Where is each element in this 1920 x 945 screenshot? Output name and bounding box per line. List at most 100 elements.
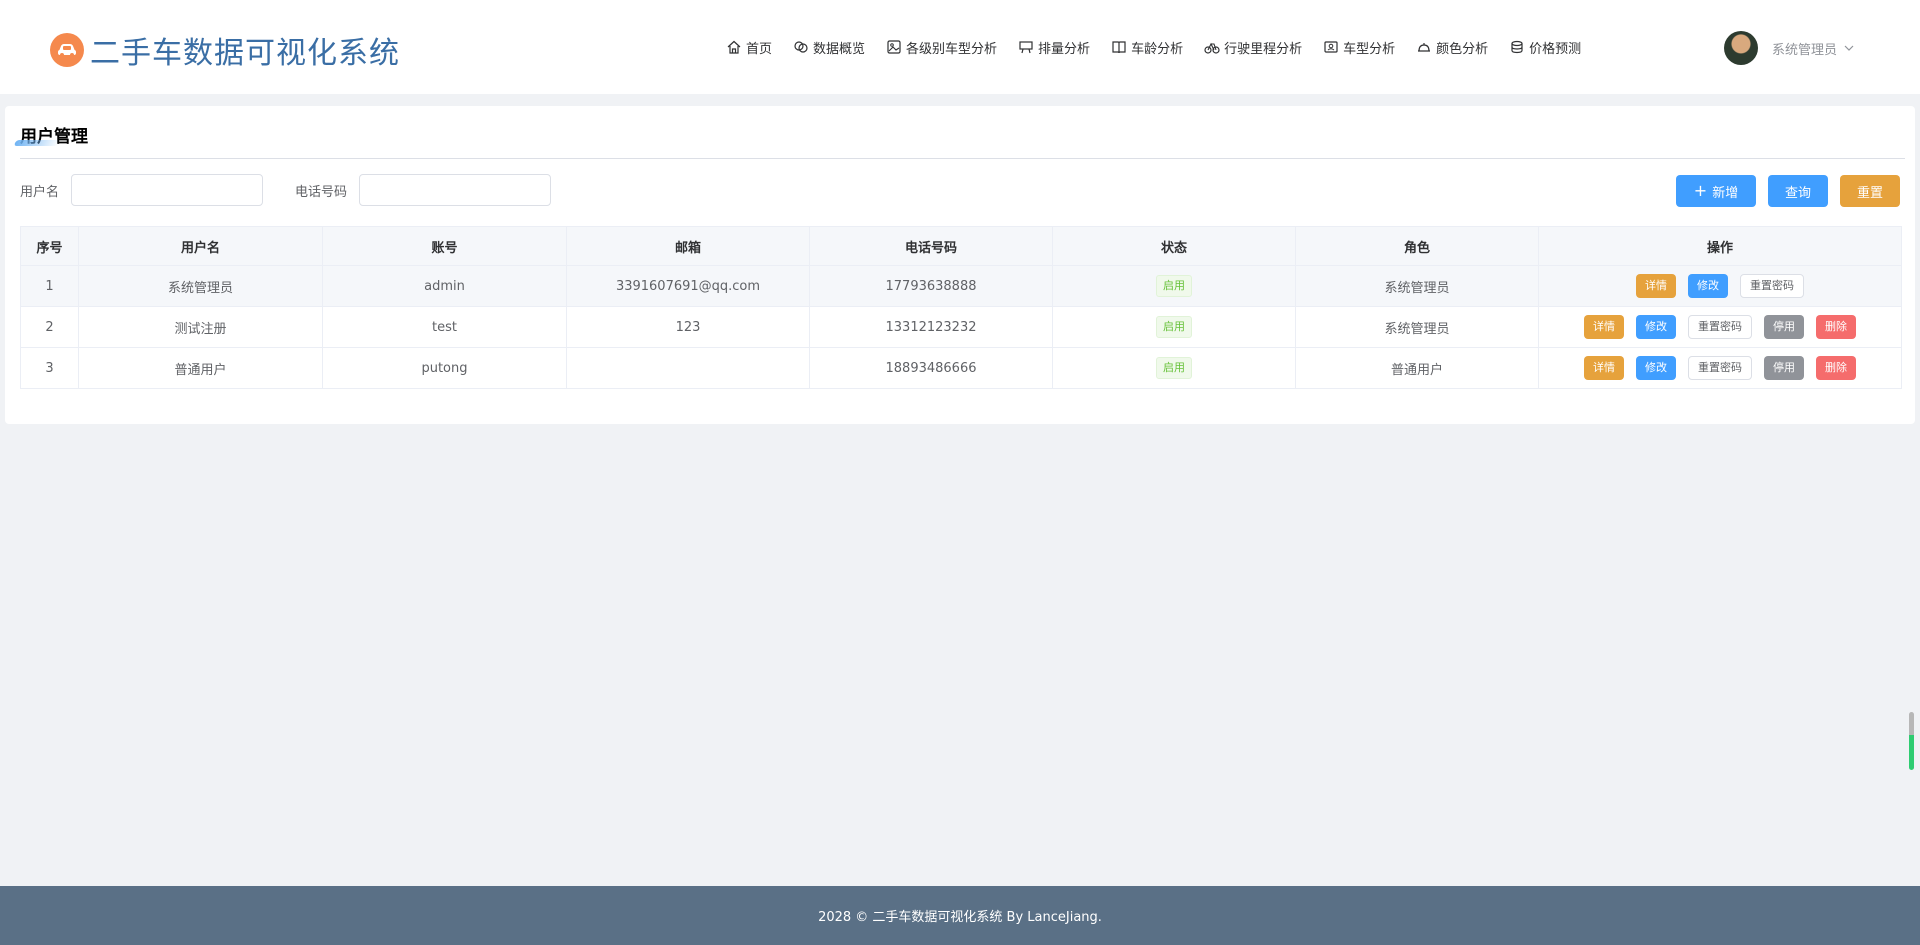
nav-label: 车型分析 (1343, 41, 1396, 57)
nav-age-analysis[interactable]: 车龄分析 (1111, 38, 1183, 57)
edit-button[interactable]: 修改 (1636, 315, 1676, 339)
nav-label: 车龄分析 (1131, 41, 1184, 57)
cell-status: 启用 (1052, 347, 1296, 389)
column-header: 电话号码 (809, 226, 1053, 266)
avatar[interactable] (1724, 31, 1758, 65)
disable-button[interactable]: 停用 (1764, 315, 1804, 339)
column-header: 角色 (1295, 226, 1539, 266)
column-header: 账号 (322, 226, 567, 266)
reset-password-button[interactable]: 重置密码 (1688, 315, 1752, 339)
cell-account: admin (322, 265, 567, 307)
cell-email: 3391607691@qq.com (566, 265, 810, 307)
nav-label: 数据概览 (813, 41, 866, 57)
top-header: 二手车数据可视化系统 首页 数据概览 各级别车型分析 排量分析 车龄分析 行驶里… (0, 0, 1920, 94)
dish-icon (1418, 43, 1431, 52)
coin-icon (1511, 40, 1523, 54)
footer: 2028 © 二手车数据可视化系统 By LanceJiang. (0, 886, 1920, 945)
brand[interactable]: 二手车数据可视化系统 (50, 28, 400, 72)
cell-account: putong (322, 347, 567, 389)
nav-data-overview[interactable]: 数据概览 (793, 38, 865, 57)
nav-price-prediction[interactable]: 价格预测 (1509, 38, 1581, 57)
nav-label: 首页 (746, 41, 773, 57)
nav-color-analysis[interactable]: 颜色分析 (1416, 38, 1488, 57)
nav-label: 价格预测 (1529, 41, 1582, 57)
reset-button[interactable]: 重置 (1840, 175, 1900, 207)
app-title: 二手车数据可视化系统 (90, 36, 400, 71)
cell-username: 测试注册 (78, 306, 323, 348)
phone-label: 电话号码 (295, 184, 348, 200)
cell-phone: 17793638888 (809, 265, 1053, 307)
add-button[interactable]: + 新增 (1676, 175, 1756, 207)
cell-index: 1 (20, 265, 79, 307)
query-button[interactable]: 查询 (1768, 175, 1828, 207)
car-icon (50, 33, 84, 67)
edit-button[interactable]: 修改 (1688, 274, 1728, 298)
nav-displacement-analysis[interactable]: 排量分析 (1018, 38, 1090, 57)
nav-mileage-analysis[interactable]: 行驶里程分析 (1204, 38, 1302, 57)
table-header-row: 序号 用户名 账号 邮箱 电话号码 状态 角色 操作 (20, 226, 1902, 266)
cell-email: 123 (566, 306, 810, 348)
home-icon (727, 40, 741, 54)
divider (20, 158, 1905, 159)
edit-button[interactable]: 修改 (1636, 356, 1676, 380)
postcard-icon (1324, 41, 1338, 53)
table-row[interactable]: 2 测试注册 test 123 13312123232 启用 系统管理员 详情 … (20, 306, 1902, 348)
detail-button[interactable]: 详情 (1584, 315, 1624, 339)
nav-label: 排量分析 (1038, 41, 1091, 57)
bicycle-icon (1204, 42, 1220, 54)
nav-home[interactable]: 首页 (726, 38, 772, 57)
cell-role: 系统管理员 (1295, 306, 1539, 348)
scrollbar[interactable] (1909, 712, 1914, 770)
column-header: 邮箱 (566, 226, 810, 266)
status-badge: 启用 (1156, 275, 1192, 297)
cell-actions: 详情 修改 重置密码 停用 删除 (1538, 347, 1902, 389)
chevron-down-icon[interactable] (1843, 39, 1855, 58)
column-header: 用户名 (78, 226, 323, 266)
nav-label: 颜色分析 (1436, 41, 1489, 57)
book-icon (1112, 41, 1126, 54)
reset-password-button[interactable]: 重置密码 (1740, 274, 1804, 298)
table-row[interactable]: 1 系统管理员 admin 3391607691@qq.com 17793638… (20, 265, 1902, 307)
plus-icon: + (1693, 181, 1708, 200)
phone-input[interactable] (359, 174, 552, 206)
disable-button[interactable]: 停用 (1764, 356, 1804, 380)
username-label: 用户名 (20, 184, 60, 200)
column-header: 状态 (1052, 226, 1296, 266)
cell-role: 系统管理员 (1295, 265, 1539, 307)
cell-username: 系统管理员 (78, 265, 323, 307)
detail-button[interactable]: 详情 (1636, 274, 1676, 298)
cell-status: 启用 (1052, 265, 1296, 307)
cell-status: 启用 (1052, 306, 1296, 348)
main-nav: 首页 数据概览 各级别车型分析 排量分析 车龄分析 行驶里程分析 车型分析 颜色… (726, 37, 1581, 57)
user-table: 序号 用户名 账号 邮箱 电话号码 状态 角色 操作 1 系统管理员 admin… (20, 226, 1902, 389)
status-badge: 启用 (1156, 316, 1192, 338)
column-header: 序号 (20, 226, 79, 266)
cell-username: 普通用户 (78, 347, 323, 389)
cell-actions: 详情 修改 重置密码 (1538, 265, 1902, 307)
chat-icon (794, 41, 808, 53)
cell-account: test (322, 306, 567, 348)
column-header: 操作 (1538, 226, 1902, 266)
username-input[interactable] (71, 174, 264, 206)
nav-model-analysis[interactable]: 车型分析 (1323, 38, 1395, 57)
cell-actions: 详情 修改 重置密码 停用 删除 (1538, 306, 1902, 348)
user-menu[interactable]: 系统管理员 (1724, 31, 1855, 65)
table-row[interactable]: 3 普通用户 putong 18893486666 启用 普通用户 详情 修改 … (20, 347, 1902, 389)
nav-level-analysis[interactable]: 各级别车型分析 (886, 38, 997, 57)
cell-phone: 13312123232 (809, 306, 1053, 348)
cell-phone: 18893486666 (809, 347, 1053, 389)
status-badge: 启用 (1156, 357, 1192, 379)
nav-label: 各级别车型分析 (906, 41, 998, 57)
delete-button[interactable]: 删除 (1816, 356, 1856, 380)
title-decoration (13, 140, 61, 146)
footer-text: 2028 © 二手车数据可视化系统 By LanceJiang. (818, 910, 1102, 925)
reset-password-button[interactable]: 重置密码 (1688, 356, 1752, 380)
user-name: 系统管理员 (1772, 42, 1838, 58)
delete-button[interactable]: 删除 (1816, 315, 1856, 339)
board-icon (1019, 41, 1033, 54)
user-management-card: 用户管理 用户名 电话号码 + 新增 查询 重置 序号 用户名 账号 邮箱 电话… (5, 106, 1915, 424)
picture-icon (887, 40, 901, 54)
filter-bar: 用户名 电话号码 (20, 174, 583, 206)
detail-button[interactable]: 详情 (1584, 356, 1624, 380)
cell-email (566, 347, 810, 389)
